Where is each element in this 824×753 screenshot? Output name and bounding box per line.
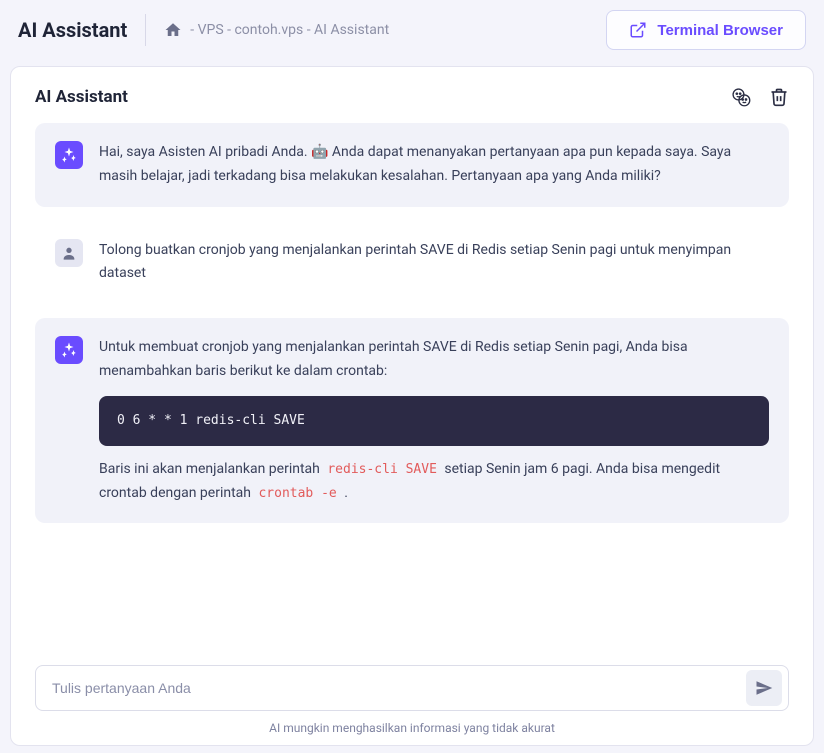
- send-icon: [755, 679, 773, 697]
- sparkle-icon: [60, 341, 78, 359]
- breadcrumb[interactable]: - VPS - contoh.vps - AI Assistant: [164, 21, 389, 39]
- top-header: AI Assistant - VPS - contoh.vps - AI Ass…: [0, 0, 824, 60]
- ai-avatar: [55, 141, 83, 169]
- inline-code: crontab -e: [254, 486, 340, 501]
- main-card: AI Assistant Hai, saya Asisten AI pribad…: [10, 66, 814, 746]
- message-intro: Untuk membuat cronjob yang menjalankan p…: [99, 336, 769, 384]
- ai-message: Untuk membuat cronjob yang menjalankan p…: [35, 318, 789, 523]
- message-content: Untuk membuat cronjob yang menjalankan p…: [99, 336, 769, 505]
- message-content: Hai, saya Asisten AI pribadi Anda. 🤖 And…: [99, 141, 769, 189]
- header-divider: [145, 14, 146, 46]
- user-avatar: [55, 239, 83, 267]
- user-message: Tolong buatkan cronjob yang menjalankan …: [35, 221, 789, 305]
- input-row: [35, 665, 789, 711]
- inline-code: redis-cli SAVE: [323, 462, 441, 477]
- message-content: Tolong buatkan cronjob yang menjalankan …: [99, 239, 769, 287]
- person-icon: [61, 245, 77, 261]
- chat-input[interactable]: [52, 670, 746, 706]
- card-header: AI Assistant: [11, 67, 813, 123]
- card-title: AI Assistant: [35, 87, 128, 107]
- code-block: 0 6 * * 1 redis-cli SAVE: [99, 396, 769, 446]
- breadcrumb-text: - VPS - contoh.vps - AI Assistant: [190, 22, 389, 38]
- external-link-icon: [629, 21, 647, 39]
- sparkle-icon: [60, 146, 78, 164]
- feedback-icon[interactable]: [731, 87, 751, 107]
- input-area: AI mungkin menghasilkan informasi yang t…: [11, 651, 813, 745]
- ai-avatar: [55, 336, 83, 364]
- message-outro: Baris ini akan menjalankan perintah redi…: [99, 458, 769, 506]
- home-icon: [164, 21, 182, 39]
- app-title: AI Assistant: [18, 18, 127, 42]
- chat-body: Hai, saya Asisten AI pribadi Anda. 🤖 And…: [11, 123, 813, 651]
- terminal-button-label: Terminal Browser: [657, 22, 783, 39]
- header-left: AI Assistant - VPS - contoh.vps - AI Ass…: [18, 14, 389, 46]
- disclaimer-text: AI mungkin menghasilkan informasi yang t…: [35, 721, 789, 735]
- send-button[interactable]: [746, 670, 782, 706]
- delete-icon[interactable]: [769, 87, 789, 107]
- ai-message: Hai, saya Asisten AI pribadi Anda. 🤖 And…: [35, 123, 789, 207]
- card-actions: [731, 87, 789, 107]
- terminal-browser-button[interactable]: Terminal Browser: [606, 10, 806, 50]
